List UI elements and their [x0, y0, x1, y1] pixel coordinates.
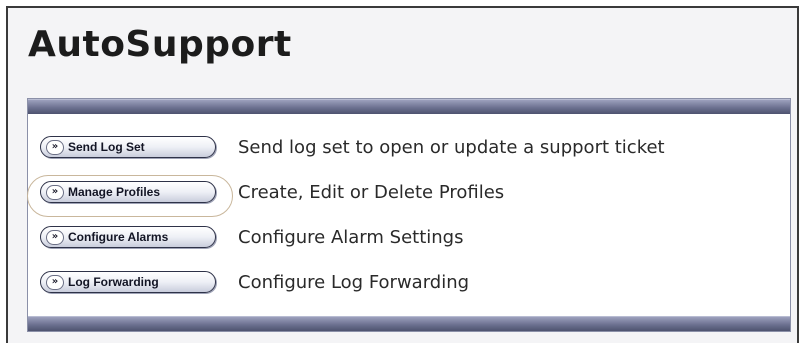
action-row-configure-alarms: » Configure Alarms Configure Alarm Setti…	[40, 221, 463, 253]
page-title: AutoSupport	[28, 24, 292, 65]
configure-alarms-button-label: Configure Alarms	[68, 230, 169, 244]
action-row-send-log-set: » Send Log Set Send log set to open or u…	[40, 131, 665, 163]
action-row-manage-profiles: » Manage Profiles Create, Edit or Delete…	[40, 176, 504, 208]
double-chevron-right-icon: »	[46, 184, 64, 200]
manage-profiles-button[interactable]: » Manage Profiles	[40, 181, 216, 203]
log-forwarding-button[interactable]: » Log Forwarding	[40, 271, 216, 293]
configure-alarms-description: Configure Alarm Settings	[238, 226, 464, 248]
action-row-log-forwarding: » Log Forwarding Configure Log Forwardin…	[40, 266, 469, 298]
manage-profiles-button-label: Manage Profiles	[68, 185, 161, 199]
send-log-set-button[interactable]: » Send Log Set	[40, 136, 216, 158]
autosupport-window: AutoSupport » Send Log Set Send log set …	[6, 6, 799, 343]
actions-panel: » Send Log Set Send log set to open or u…	[27, 98, 791, 332]
double-chevron-right-icon: »	[46, 139, 64, 155]
send-log-set-button-label: Send Log Set	[68, 140, 145, 154]
send-log-set-description: Send log set to open or update a support…	[238, 136, 665, 158]
panel-footer-bar	[28, 316, 790, 331]
log-forwarding-button-label: Log Forwarding	[68, 275, 159, 289]
configure-alarms-button[interactable]: » Configure Alarms	[40, 226, 216, 248]
panel-header-bar	[28, 99, 790, 114]
double-chevron-right-icon: »	[46, 229, 64, 245]
double-chevron-right-icon: »	[46, 274, 64, 290]
manage-profiles-description: Create, Edit or Delete Profiles	[238, 181, 505, 203]
log-forwarding-description: Configure Log Forwarding	[238, 271, 470, 293]
